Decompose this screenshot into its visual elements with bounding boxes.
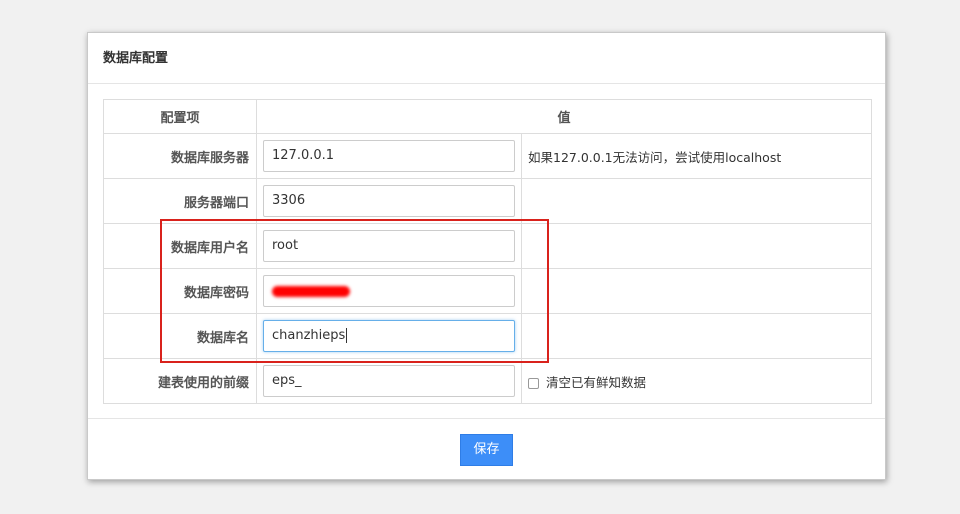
- db-name-label: 数据库名: [103, 313, 257, 359]
- table-row: 建表使用的前缀 eps_ 清空已有鲜知数据: [103, 358, 873, 404]
- db-password-input[interactable]: [263, 275, 515, 307]
- config-table: 配置项 值 数据库服务器 127.0.0.1 如果127.0.0.1无法访问，尝…: [103, 99, 873, 404]
- table-header-row: 配置项 值: [103, 99, 873, 134]
- table-prefix-input[interactable]: eps_: [263, 365, 515, 397]
- table-row: 数据库密码: [103, 268, 873, 314]
- table-row: 数据库名 chanzhieps: [103, 313, 873, 359]
- db-port-value: 3306: [272, 193, 306, 208]
- db-name-value: chanzhieps: [272, 328, 346, 343]
- table-row: 数据库服务器 127.0.0.1 如果127.0.0.1无法访问，尝试使用loc…: [103, 133, 873, 179]
- header-value: 值: [255, 99, 873, 134]
- text-caret: [346, 328, 348, 343]
- clear-data-label[interactable]: 清空已有鲜知数据: [546, 375, 646, 390]
- table-row: 数据库用户名 root: [103, 223, 873, 269]
- database-config-dialog: 数据库配置 配置项 值 数据库服务器 127.0.0.1 如果127.0.0.1…: [87, 32, 886, 480]
- db-server-input[interactable]: 127.0.0.1: [263, 140, 515, 172]
- db-server-tip: 如果127.0.0.1无法访问，尝试使用localhost: [520, 133, 873, 179]
- db-port-label: 服务器端口: [103, 178, 257, 224]
- db-server-value: 127.0.0.1: [272, 148, 335, 163]
- header-config-item: 配置项: [103, 99, 257, 134]
- table-row: 服务器端口 3306: [103, 178, 873, 224]
- db-user-value: root: [272, 238, 299, 253]
- table-prefix-label: 建表使用的前缀: [103, 358, 257, 404]
- save-button[interactable]: 保存: [460, 434, 513, 466]
- table-prefix-value: eps_: [272, 373, 302, 388]
- db-password-label: 数据库密码: [103, 268, 257, 314]
- password-redaction-mark: [272, 286, 350, 297]
- db-name-input[interactable]: chanzhieps: [263, 320, 515, 352]
- db-port-input[interactable]: 3306: [263, 185, 515, 217]
- db-server-label: 数据库服务器: [103, 133, 257, 179]
- db-user-input[interactable]: root: [263, 230, 515, 262]
- footer-divider: [88, 418, 885, 419]
- db-user-label: 数据库用户名: [103, 223, 257, 269]
- dialog-title: 数据库配置: [88, 33, 885, 84]
- clear-data-checkbox[interactable]: [528, 377, 539, 389]
